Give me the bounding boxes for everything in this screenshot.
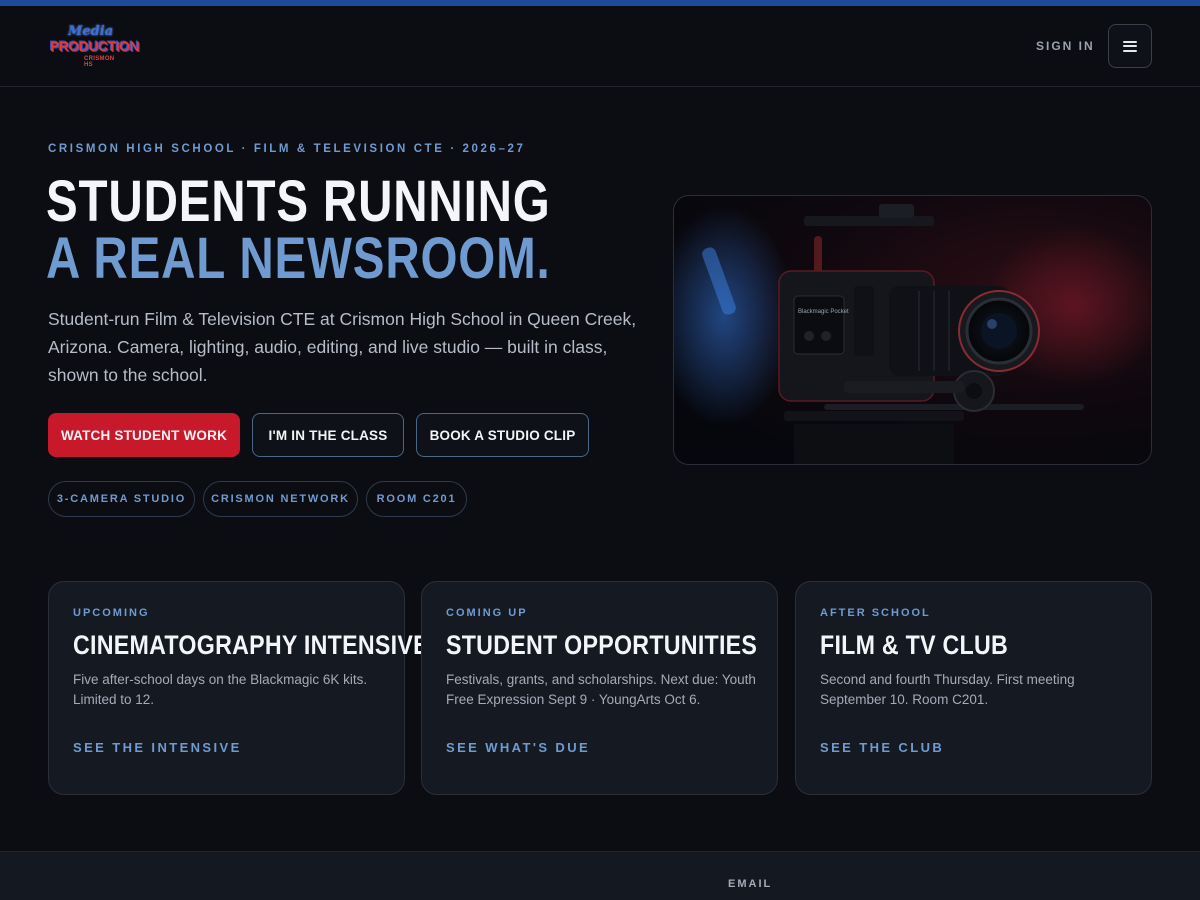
site-footer: EMAIL (0, 851, 1200, 900)
sign-in-link[interactable]: SIGN IN (1036, 39, 1095, 53)
hamburger-menu-icon (1123, 40, 1137, 52)
see-the-club-link[interactable]: SEE THE CLUB (820, 740, 944, 755)
card-tag: COMING UP (446, 607, 528, 619)
card-tag: AFTER SCHOOL (820, 607, 931, 619)
card-description: Five after-school days on the Blackmagic… (73, 672, 368, 707)
card-student-opportunities: COMING UP STUDENT OPPORTUNITIES Festival… (421, 581, 778, 795)
card-cinematography-intensive: UPCOMING CINEMATOGRAPHY INTENSIVE Five a… (48, 581, 429, 795)
card-title: STUDENT OPPORTUNITIES (446, 630, 758, 660)
card-description: Second and fourth Thursday. First meetin… (820, 672, 1075, 707)
card-film-tv-club: AFTER SCHOOL FILM & TV CLUB Second and f… (795, 581, 1152, 795)
card-title: CINEMATOGRAPHY INTENSIVE (73, 630, 429, 660)
card-title: FILM & TV CLUB (820, 630, 1009, 660)
chip-crismon-network: CRISMON NETWORK (203, 481, 358, 517)
see-the-intensive-link[interactable]: SEE THE INTENSIVE (73, 740, 242, 755)
site-header: Media PRODUCTION CRISMON HS SIGN IN (0, 6, 1200, 87)
book-studio-clip-button[interactable]: BOOK A STUDIO CLIP (416, 413, 589, 457)
hero-eyebrow: CRISMON HIGH SCHOOL · FILM & TELEVISION … (48, 143, 526, 155)
menu-button[interactable] (1108, 24, 1152, 68)
logo-line-media: Media (68, 24, 114, 39)
hero-camera-image: Blackmagic Pocket (673, 195, 1152, 465)
camera-brand-label: Blackmagic Pocket (798, 309, 849, 315)
cinema-camera-illustration: Blackmagic Pocket (674, 196, 1151, 464)
hero-title-line-1: STUDENTS RUNNING (46, 169, 551, 234)
chip-room-c201: ROOM C201 (366, 481, 467, 517)
chip-3-camera-studio: 3-CAMERA STUDIO (48, 481, 195, 517)
card-description: Festivals, grants, and scholarships. Nex… (446, 672, 756, 707)
hero-lead: Student-run Film & Television CTE at Cri… (48, 309, 637, 385)
media-production-logo[interactable]: Media PRODUCTION CRISMON HS (50, 24, 140, 68)
im-in-the-class-button[interactable]: I'M IN THE CLASS (252, 413, 404, 457)
logo-line-production: PRODUCTION (50, 38, 140, 54)
email-label: EMAIL (728, 878, 773, 890)
logo-line-school: CRISMON HS (84, 56, 115, 68)
see-whats-due-link[interactable]: SEE WHAT'S DUE (446, 740, 590, 755)
watch-student-work-button[interactable]: WATCH STUDENT WORK (48, 413, 240, 457)
card-tag: UPCOMING (73, 607, 150, 619)
hero-title-line-2: A REAL NEWSROOM. (46, 226, 551, 291)
